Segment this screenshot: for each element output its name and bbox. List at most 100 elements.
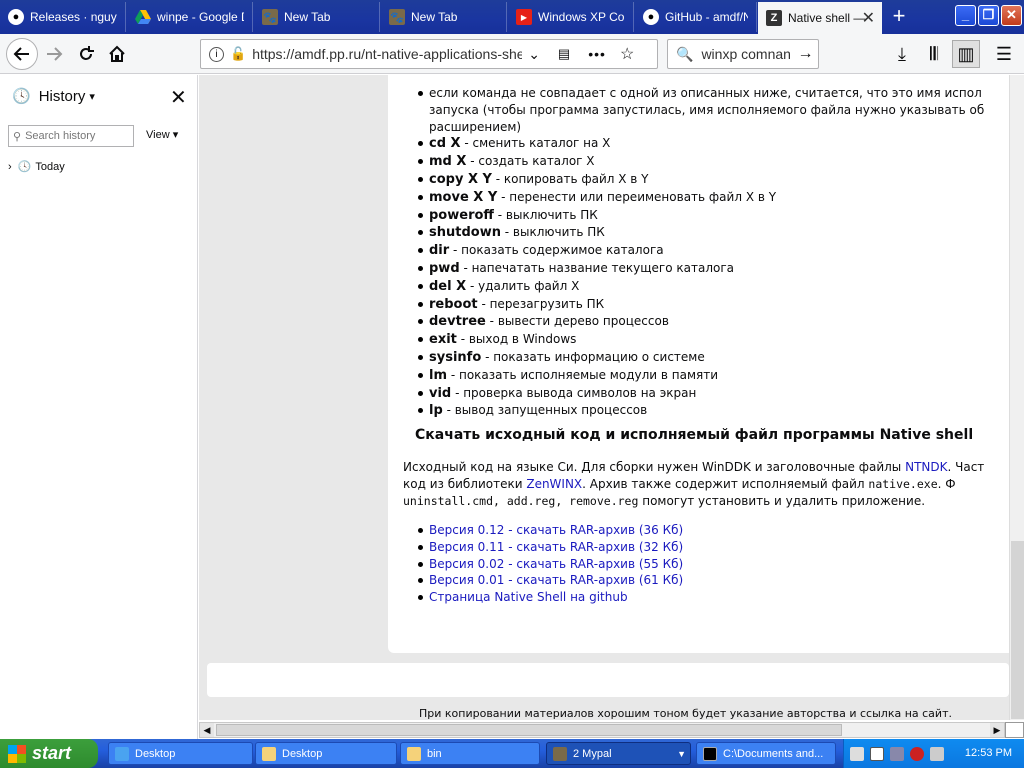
task-desktop-2[interactable]: Desktop — [255, 742, 397, 765]
command-item: vid - проверка вывода символов на экран — [404, 385, 1009, 403]
close-sidebar-icon[interactable]: ✕ — [170, 85, 187, 110]
menu-hamburger-icon[interactable]: ☰ — [990, 40, 1018, 68]
download-link[interactable]: Версия 0.11 - скачать RAR-архив (32 Кб) — [429, 540, 683, 554]
tab-label: New Tab — [284, 10, 331, 24]
command-item: lm - показать исполняемые модули в памят… — [404, 367, 1009, 385]
ie-icon — [115, 746, 129, 761]
downloads-icon[interactable]: ⤓ — [888, 40, 916, 68]
tab-1[interactable]: winpe - Google D — [127, 2, 253, 32]
para-text: помогут установить и удалить приложение. — [638, 494, 926, 508]
task-cmd[interactable]: C:\Documents and... — [696, 742, 836, 765]
history-group-today[interactable]: › 🕓 Today — [8, 160, 65, 174]
forward-button[interactable] — [40, 40, 68, 68]
ntndk-link[interactable]: NTNDK — [905, 460, 947, 474]
view-menu-button[interactable]: View ▾ — [146, 128, 178, 141]
tab-label: GitHub - amdf/Na — [665, 10, 748, 24]
download-link[interactable]: Версия 0.01 - скачать RAR-архив (61 Кб) — [429, 573, 683, 587]
tab-label: New Tab — [411, 10, 458, 24]
download-link[interactable]: Версия 0.12 - скачать RAR-архив (36 Кб) — [429, 523, 683, 537]
chevron-right-icon[interactable]: › — [8, 161, 12, 173]
sidebar-header[interactable]: 🕓 History ▾ — [12, 87, 95, 106]
maximize-button[interactable]: ❐ — [978, 5, 999, 26]
command-item: del X - удалить файл X — [404, 278, 1009, 296]
tab-label: Native shell — — [788, 11, 866, 25]
footer-text: При копировании материалов хорошим тоном… — [419, 707, 952, 720]
download-link[interactable]: Страница Native Shell на github — [429, 590, 628, 604]
scroll-left-arrow-icon[interactable]: ◀ — [200, 723, 214, 737]
tab-4[interactable]: ▶ Windows XP Com — [508, 2, 634, 32]
download-link[interactable]: Версия 0.02 - скачать RAR-архив (55 Кб) — [429, 557, 683, 571]
home-button[interactable] — [103, 40, 131, 68]
command-desc: - показать информацию о системе — [481, 349, 705, 364]
command-item: pwd - напечатать название текущего катал… — [404, 260, 1009, 278]
url-text[interactable]: https://amdf.pp.ru/nt-native-application… — [252, 46, 522, 62]
command-name: exit — [429, 332, 457, 348]
antivirus-icon[interactable] — [910, 746, 924, 761]
insecure-lock-icon[interactable]: 🔓 — [230, 46, 246, 62]
sidebar-title[interactable]: History — [39, 88, 86, 105]
tab-2[interactable]: 🐾 New Tab — [254, 2, 380, 32]
vertical-scroll-thumb[interactable] — [1011, 541, 1024, 719]
download-item: Версия 0.01 - скачать RAR-архив (61 Кб) — [404, 572, 683, 589]
bookmark-star-icon[interactable]: ☆ — [620, 44, 634, 64]
command-item: dir - показать содержимое каталога — [404, 242, 1009, 260]
search-icon: 🔍 — [676, 45, 694, 62]
history-search-input[interactable]: ⚲ Search history — [8, 125, 134, 147]
chevron-down-icon[interactable]: ▾ — [89, 90, 95, 103]
search-input[interactable]: winxp comnand- — [701, 46, 791, 62]
tray-app-icon[interactable] — [850, 746, 864, 761]
nav-toolbar: i 🔓 https://amdf.pp.ru/nt-native-applica… — [0, 34, 1024, 74]
tab-5[interactable]: ● GitHub - amdf/Na — [635, 2, 757, 32]
task-label: Desktop — [135, 747, 176, 760]
firefox-icon: 🐾 — [389, 9, 405, 25]
reload-button[interactable] — [72, 40, 100, 68]
task-mypal[interactable]: 2 Mypal ▼ — [546, 742, 691, 765]
horizontal-scroll-thumb[interactable] — [216, 724, 842, 736]
today-label: Today — [35, 160, 65, 173]
minimize-button[interactable]: _ — [955, 5, 976, 26]
network-icon[interactable] — [890, 746, 904, 761]
command-item: move X Y - перенести или переименовать ф… — [404, 189, 1009, 207]
horizontal-scrollbar[interactable]: ◀ ▶ — [199, 722, 1005, 738]
filenames: uninstall.cmd, add.reg, remove.reg — [403, 494, 639, 508]
para-line-3: uninstall.cmd, add.reg, remove.reg помог… — [403, 493, 1009, 510]
command-desc: - вывод запущенных процессов — [442, 403, 648, 418]
command-item: cd X - сменить каталог на X — [404, 135, 1009, 153]
tab-6-active[interactable]: Z Native shell — ✕ — [758, 2, 882, 34]
command-desc-cont: расширением) — [429, 119, 522, 134]
download-item: Версия 0.11 - скачать RAR-архив (32 Кб) — [404, 539, 683, 556]
close-tab-icon[interactable]: ✕ — [862, 8, 875, 28]
system-tray: 12:53 PM — [843, 739, 1024, 768]
task-desktop-1[interactable]: Desktop — [108, 742, 253, 765]
reader-view-icon[interactable]: ▤ — [558, 46, 570, 62]
page-actions-icon[interactable]: ••• — [588, 46, 606, 62]
command-desc: - показать исполняемые модули в памяти — [447, 367, 719, 382]
url-bar[interactable]: i 🔓 https://amdf.pp.ru/nt-native-applica… — [200, 39, 658, 69]
github-icon: ● — [643, 9, 659, 25]
tab-3[interactable]: 🐾 New Tab — [381, 2, 507, 32]
command-desc: - удалить файл X — [466, 278, 580, 293]
security-shield-icon[interactable] — [930, 746, 944, 761]
tab-0[interactable]: ● Releases · nguye — [0, 2, 126, 32]
sidebar-toggle-icon[interactable]: ▥ — [952, 40, 980, 68]
scroll-right-arrow-icon[interactable]: ▶ — [990, 723, 1004, 737]
start-button[interactable]: start — [0, 739, 98, 768]
download-paragraph: Исходный код на языке Си. Для сборки нуж… — [403, 459, 1009, 510]
chevron-down-icon[interactable]: ⌄ — [528, 46, 540, 63]
zenwinx-link[interactable]: ZenWINX — [526, 477, 582, 491]
new-tab-button[interactable]: + — [886, 4, 912, 30]
command-name: poweroff — [429, 207, 494, 223]
search-go-arrow-icon[interactable]: → — [797, 45, 813, 63]
info-icon[interactable]: i — [209, 46, 224, 62]
download-item: Версия 0.12 - скачать RAR-архив (36 Кб) — [404, 522, 683, 539]
library-icon[interactable]: 𝄃𝄃 — [920, 40, 948, 68]
task-bin[interactable]: bin — [400, 742, 540, 765]
command-item: copy X Y - копировать файл X в Y — [404, 171, 1009, 189]
command-desc: - создать каталог X — [466, 154, 595, 169]
close-window-button[interactable]: ✕ — [1001, 5, 1022, 26]
calendar-icon[interactable] — [870, 746, 884, 761]
vertical-scrollbar[interactable] — [1009, 75, 1024, 720]
command-name: sysinfo — [429, 349, 482, 365]
search-bar[interactable]: 🔍 winxp comnand- → — [667, 39, 819, 69]
back-button[interactable] — [6, 38, 38, 70]
